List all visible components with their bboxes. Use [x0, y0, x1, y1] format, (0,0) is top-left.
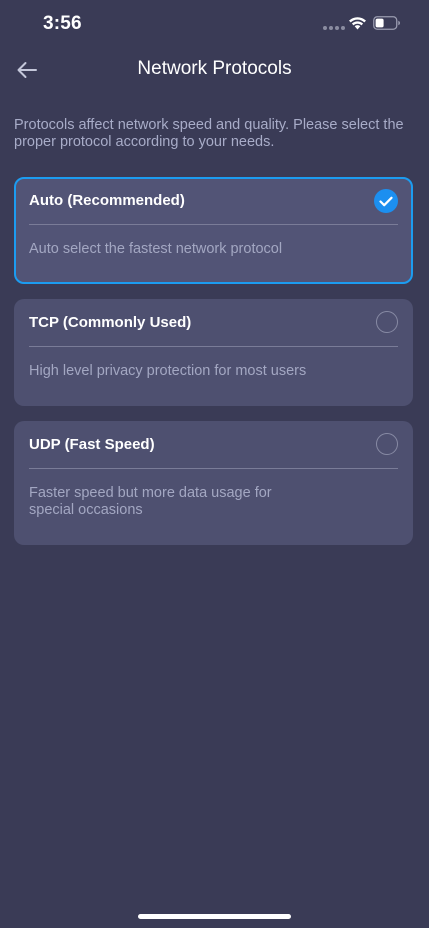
- wifi-icon: [349, 17, 366, 30]
- option-divider: [29, 468, 398, 469]
- option-title: Auto (Recommended): [29, 192, 185, 209]
- option-divider: [29, 224, 398, 225]
- page-title: Network Protocols: [137, 58, 292, 79]
- cellular-signal-icon: [323, 26, 345, 30]
- option-title: TCP (Commonly Used): [29, 314, 192, 331]
- home-indicator: [138, 914, 291, 919]
- radio-checked-icon[interactable]: [374, 189, 398, 213]
- option-title: UDP (Fast Speed): [29, 436, 155, 453]
- protocol-option-tcp[interactable]: TCP (Commonly Used) High level privacy p…: [14, 299, 413, 406]
- protocol-option-auto[interactable]: Auto (Recommended) Auto select the faste…: [14, 177, 413, 284]
- option-divider: [29, 346, 398, 347]
- checkmark-icon: [379, 196, 393, 206]
- navigation-bar: Network Protocols: [0, 48, 429, 92]
- option-description: High level privacy protection for most u…: [29, 363, 307, 379]
- status-time: 3:56: [43, 13, 82, 34]
- radio-unchecked-icon[interactable]: [376, 311, 398, 333]
- intro-text: Protocols affect network speed and quali…: [14, 117, 404, 150]
- option-description: Auto select the fastest network protocol: [29, 241, 283, 257]
- battery-icon: [373, 16, 400, 30]
- radio-unchecked-icon[interactable]: [376, 433, 398, 455]
- option-description: Faster speed but more data usage for spe…: [29, 485, 272, 518]
- status-bar: 3:56: [0, 0, 429, 48]
- protocol-option-udp[interactable]: UDP (Fast Speed) Faster speed but more d…: [14, 421, 413, 545]
